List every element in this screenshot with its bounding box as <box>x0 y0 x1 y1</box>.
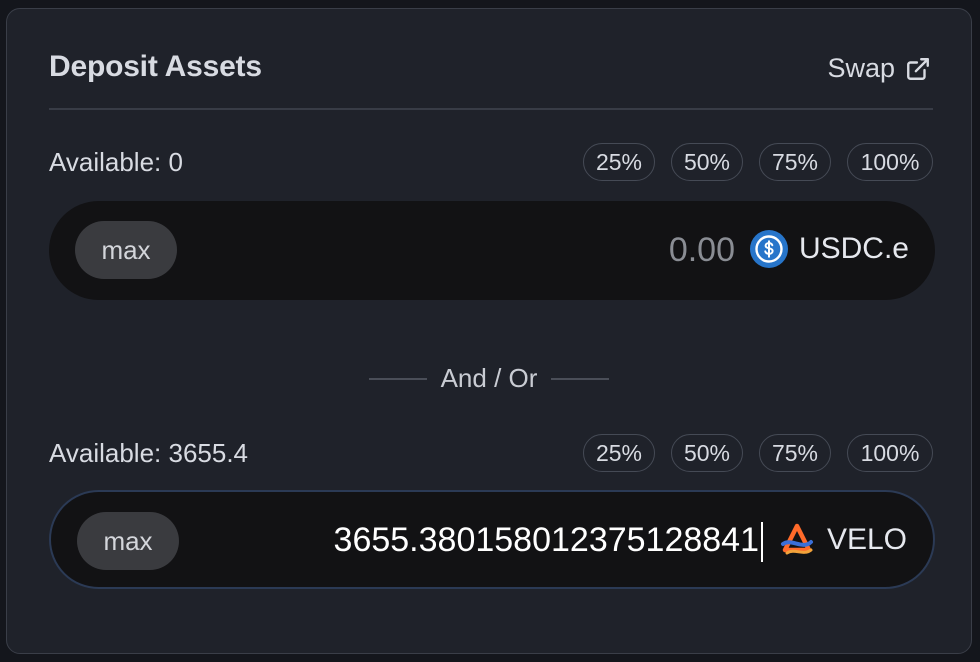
percent-100-button[interactable]: 100% <box>847 143 933 181</box>
token-symbol: VELO <box>826 523 907 556</box>
percent-100-button[interactable]: 100% <box>847 434 933 472</box>
card-header: Deposit Assets Swap <box>49 9 933 110</box>
card-title: Deposit Assets <box>49 50 262 83</box>
percent-buttons-usdc: 25% 50% 75% 100% <box>583 143 933 181</box>
max-button[interactable]: max <box>77 512 179 570</box>
swap-label: Swap <box>827 53 895 83</box>
and-or-divider: And / Or <box>7 363 971 394</box>
available-balance-velo: Available: 3655.4 <box>49 438 249 468</box>
amount-input[interactable]: 0.00 <box>669 231 735 270</box>
max-button[interactable]: max <box>75 221 177 279</box>
available-balance-usdc: Available: 0 <box>49 147 183 177</box>
external-link-icon <box>907 57 929 80</box>
token-selector-usdc[interactable]: USDC.e <box>749 229 909 269</box>
percent-75-button[interactable]: 75% <box>759 434 831 472</box>
deposit-assets-card: Deposit Assets Swap Available: 0 25% 50%… <box>6 8 972 654</box>
swap-link[interactable]: Swap <box>827 53 931 84</box>
usdc-amount-field[interactable]: max 0.00 USDC.e <box>49 201 935 300</box>
percent-50-button[interactable]: 50% <box>671 143 743 181</box>
divider-text: And / Or <box>440 363 538 393</box>
usdc-icon <box>749 230 788 268</box>
percent-75-button[interactable]: 75% <box>759 143 831 181</box>
token-symbol: USDC.e <box>798 232 909 265</box>
velo-icon <box>780 523 813 555</box>
percent-50-button[interactable]: 50% <box>671 434 743 472</box>
token-selector-velo[interactable]: VELO <box>777 520 907 560</box>
velo-amount-field[interactable]: max 3655.38015801237512884​1 VELO <box>49 490 935 589</box>
amount-input[interactable]: 3655.38015801237512884​1 <box>334 521 759 560</box>
text-caret <box>761 522 763 562</box>
divider-line-left <box>368 377 427 380</box>
percent-25-button[interactable]: 25% <box>583 143 655 181</box>
divider-line-right <box>551 377 610 380</box>
percent-25-button[interactable]: 25% <box>583 434 655 472</box>
percent-buttons-velo: 25% 50% 75% 100% <box>583 434 933 472</box>
